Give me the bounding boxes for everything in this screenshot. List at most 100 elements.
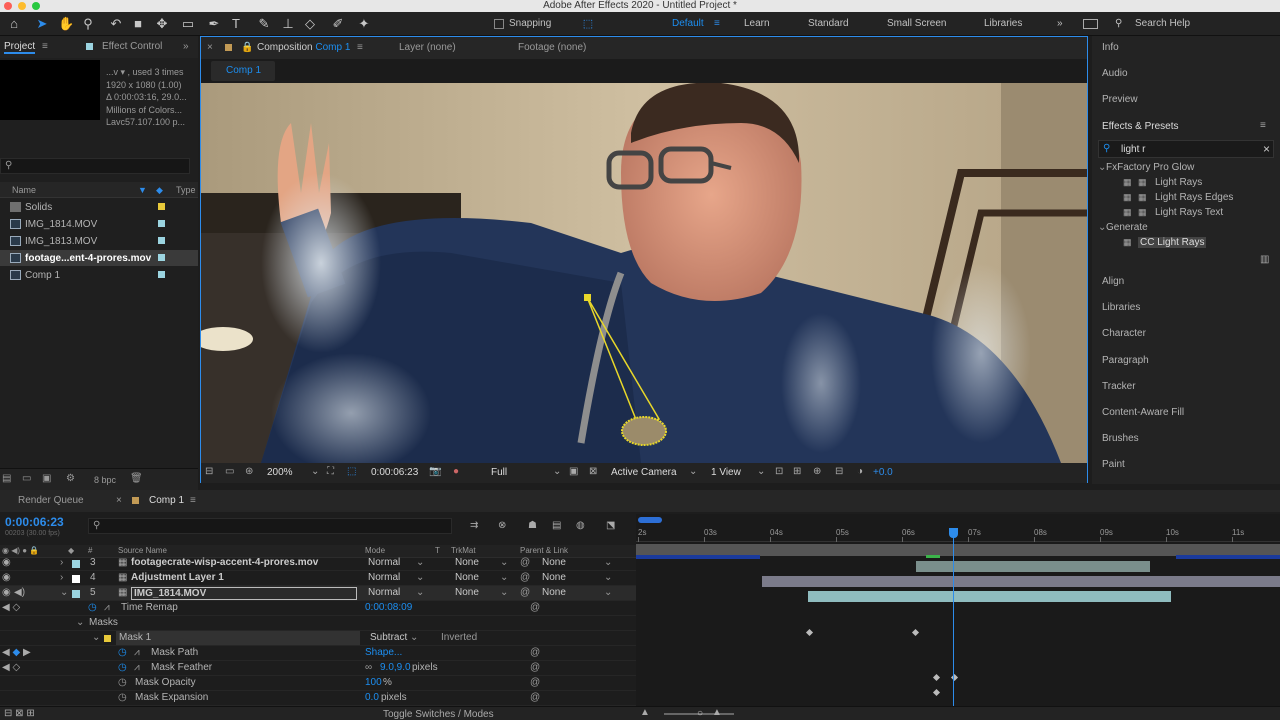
draft-3d-icon[interactable]: ⊗: [498, 520, 506, 531]
new-comp-icon[interactable]: ▣: [42, 473, 51, 484]
tab-project[interactable]: Project: [4, 41, 36, 54]
composition-flowchart-icon[interactable]: ⇉: [470, 520, 478, 531]
zoom-select[interactable]: 200%: [267, 467, 293, 478]
graph-icon[interactable]: ⩘: [134, 647, 140, 658]
mask-feather-keyframe[interactable]: [932, 688, 941, 697]
eraser-tool-icon[interactable]: ◇: [302, 16, 318, 32]
constrain-proportions-icon[interactable]: ∞: [365, 662, 372, 673]
project-item[interactable]: IMG_1813.MOV: [0, 233, 198, 249]
stopwatch-icon[interactable]: ◷: [118, 662, 127, 673]
graph-icon[interactable]: ⩘: [134, 662, 140, 673]
viewer-menu-icon[interactable]: ≡: [357, 42, 363, 53]
selection-tool-icon[interactable]: ➤: [34, 16, 50, 32]
label-swatch[interactable]: [158, 254, 165, 261]
effects-presets-title[interactable]: Effects & Presets: [1102, 121, 1179, 132]
stopwatch-icon[interactable]: ◷: [118, 692, 127, 703]
visibility-icon[interactable]: ◉: [2, 572, 11, 583]
lock-icon[interactable]: 🔒: [241, 42, 253, 53]
expression-pickwhip-icon[interactable]: @: [530, 602, 540, 613]
fit-icon[interactable]: ⛶: [327, 466, 334, 477]
clone-stamp-tool-icon[interactable]: ⊥: [280, 16, 296, 32]
tab-composition[interactable]: Composition Comp 1: [257, 42, 350, 53]
flowchart-icon[interactable]: ⊕: [813, 466, 821, 477]
project-menu-icon[interactable]: ≡: [42, 41, 48, 52]
time-ruler[interactable]: 2s 03s 04s 05s 06s 07s 08s 09s 10s 11s: [636, 526, 1280, 542]
graph-editor-icon[interactable]: ⬔: [606, 520, 615, 531]
mask-path-value[interactable]: Shape...: [365, 647, 402, 658]
tab-effect-control[interactable]: Effect Control: [102, 41, 162, 52]
keyframe-navigator-icon[interactable]: ◀ ◇: [2, 662, 20, 673]
tab-footage[interactable]: Footage (none): [518, 42, 586, 53]
effect-group[interactable]: Generate: [1106, 222, 1148, 233]
chevron-down-icon[interactable]: ⌄: [757, 466, 765, 477]
effect-item[interactable]: ▦ ▦ Light Rays Edges: [1120, 191, 1270, 205]
type-tool-icon[interactable]: T: [228, 16, 244, 32]
brush-tool-icon[interactable]: ✎: [256, 16, 272, 32]
search-icon[interactable]: ⚲: [1115, 18, 1122, 29]
layer-label-swatch[interactable]: [72, 575, 80, 583]
panel-paragraph[interactable]: Paragraph: [1102, 355, 1149, 366]
twirl-icon[interactable]: ›: [60, 557, 63, 568]
panel-character[interactable]: Character: [1102, 328, 1146, 339]
search-help-field[interactable]: Search Help: [1135, 18, 1190, 29]
timeline-graph[interactable]: 2s 03s 04s 05s 06s 07s 08s 09s 10s 11s: [636, 514, 1280, 714]
col-type[interactable]: Type: [176, 185, 196, 195]
time-remap-value[interactable]: 0:00:08:09: [365, 602, 412, 613]
twirl-icon[interactable]: ⌄: [60, 587, 68, 598]
workspace-small-screen[interactable]: Small Screen: [887, 18, 946, 29]
interpret-footage-icon[interactable]: ▤: [2, 473, 11, 484]
expression-pickwhip-icon[interactable]: @: [530, 692, 540, 703]
trash-icon[interactable]: 🗑: [130, 473, 143, 484]
region-of-interest-icon[interactable]: ▭: [225, 466, 234, 477]
mask-1-name[interactable]: Mask 1: [116, 631, 360, 645]
project-search-input[interactable]: ⚲: [0, 158, 190, 174]
layer-label-swatch[interactable]: [72, 590, 80, 598]
workspace-learn[interactable]: Learn: [744, 18, 770, 29]
layer-parent-select[interactable]: None: [542, 557, 566, 568]
tab-comp-1[interactable]: Comp 1: [149, 495, 184, 506]
timeline-menu-icon[interactable]: ≡: [190, 495, 196, 506]
snapping-checkbox[interactable]: [494, 19, 504, 29]
resolution-select[interactable]: Full: [491, 467, 507, 478]
panel-audio[interactable]: Audio: [1102, 68, 1128, 79]
project-item[interactable]: footage...ent-4-prores.mov: [0, 250, 198, 266]
new-preset-icon[interactable]: ▥: [1260, 254, 1269, 265]
time-remap-keyframe[interactable]: [805, 628, 814, 637]
current-time-indicator[interactable]: [953, 530, 954, 714]
pen-tool-icon[interactable]: ✒: [206, 16, 222, 32]
camera-select[interactable]: Active Camera: [611, 467, 677, 478]
zoom-tool-icon[interactable]: ⚲: [80, 16, 96, 32]
puppet-tool-icon[interactable]: ✦: [356, 16, 372, 32]
panel-align[interactable]: Align: [1102, 276, 1124, 287]
mask-mode-select[interactable]: Subtract: [370, 632, 407, 643]
toggle-pixel-aspect-icon[interactable]: ⊡: [775, 466, 783, 477]
chevron-down-icon[interactable]: ⌄: [311, 466, 319, 477]
shy-layers-icon[interactable]: ☗: [528, 520, 537, 531]
label-swatch[interactable]: [158, 237, 165, 244]
col-source-name[interactable]: Source Name: [118, 546, 167, 555]
layer-parent-select[interactable]: None: [542, 587, 566, 598]
mask-opacity-value[interactable]: 100: [365, 677, 382, 688]
exposure-value[interactable]: +0.0: [873, 467, 893, 478]
stopwatch-icon[interactable]: ◷: [118, 677, 127, 688]
transparency-grid-icon[interactable]: ⊠: [589, 466, 597, 477]
layer-5-bar[interactable]: [808, 591, 1171, 602]
views-select[interactable]: 1 View: [711, 467, 741, 478]
chevron-down-icon[interactable]: ⌄: [416, 557, 424, 568]
graph-icon[interactable]: ⩘: [104, 602, 110, 613]
hand-tool-icon[interactable]: ✋: [58, 16, 74, 32]
snapping-options-icon[interactable]: ⬚: [580, 16, 596, 32]
current-time[interactable]: 0:00:06:23: [371, 467, 418, 478]
toggle-switches-modes[interactable]: Toggle Switches / Modes: [383, 709, 494, 720]
layer-row[interactable]: ◉ ◀) ⌄ 5 ▦ IMG_1814.MOV Normal ⌄ None ⌄ @ None ⌄: [0, 586, 636, 601]
layer-mode-select[interactable]: Normal: [368, 587, 400, 598]
time-remap-keyframe[interactable]: [911, 628, 920, 637]
layer-trkmat-select[interactable]: None: [455, 587, 479, 598]
chevron-down-icon[interactable]: ⌄: [500, 572, 508, 583]
close-window-button[interactable]: [4, 2, 12, 10]
home-icon[interactable]: ⌂: [6, 16, 22, 32]
rectangle-tool-icon[interactable]: ▭: [180, 16, 196, 32]
stopwatch-icon[interactable]: ◷: [88, 602, 97, 613]
layer-name[interactable]: Adjustment Layer 1: [131, 572, 224, 583]
effect-item[interactable]: ▦ CC Light Rays: [1120, 236, 1270, 250]
